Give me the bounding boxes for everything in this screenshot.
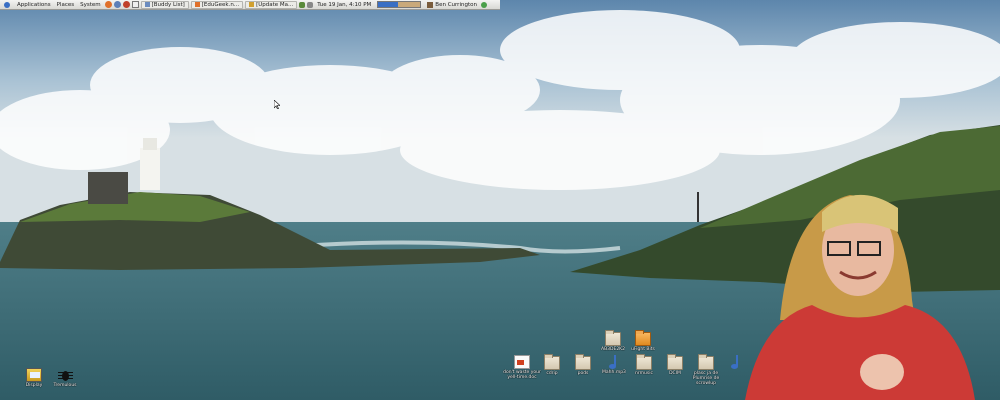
system-menu[interactable]: System [77,2,104,8]
mouse-cursor-icon [274,100,280,109]
task-label: [Buddy List] [151,1,185,8]
task-update-manager[interactable]: [Update Ma... [245,0,298,9]
bug-icon [57,368,73,382]
top-panel: Applications Places System [Buddy List] … [0,0,500,10]
update-icon [249,2,255,7]
desktop-icon-label: Tremulous [53,383,77,388]
applications-menu[interactable]: Applications [14,2,54,8]
network-tray-icon[interactable] [299,1,306,8]
power-tray-icon[interactable] [480,1,487,8]
user-name: Ben Currington [435,1,477,8]
places-menu[interactable]: Places [54,2,78,8]
desktop-icon-label: uFight Bits [631,347,655,352]
music-icon [606,355,622,369]
desktop-icon-label: plasc ja de Plumrise de scrowlup [692,371,720,386]
mail-launcher-icon[interactable] [113,1,121,8]
browser-icon [194,2,200,7]
desktop-icon-music[interactable] [716,355,756,370]
folder-icon [698,354,714,370]
workspace-switcher-icon[interactable] [131,1,139,8]
user-avatar-icon [427,1,434,8]
pidgin-icon [144,2,150,7]
folder-icon [667,354,683,370]
folder-icon [636,354,652,370]
orange-folder-icon [635,330,651,346]
document-icon [514,355,530,369]
foot-icon[interactable] [0,0,14,9]
help-launcher-icon[interactable] [122,1,130,8]
folder-icon [605,330,621,346]
music-icon [728,355,744,369]
firefox-launcher-icon[interactable] [104,1,112,8]
task-label: [EduGeek.n... [201,1,240,8]
clock[interactable]: Tue 19 Jan, 4:10 PM [314,2,374,8]
task-edugeek[interactable]: [EduGeek.n... [190,0,244,9]
task-label: [Update Ma... [256,1,294,8]
folder-icon [544,354,560,370]
volume-tray-icon[interactable] [307,1,314,8]
task-buddy-list[interactable]: [Buddy List] [140,0,189,9]
user-switcher[interactable]: Ben Currington [424,0,480,9]
desktop-icon-folder[interactable]: uFight Bits [623,330,663,352]
folder-icon [575,354,591,370]
display-icon [26,368,42,382]
desktop-wallpaper [0,0,1000,400]
system-monitor[interactable] [377,1,422,8]
desktop-icon-tremulous[interactable]: Tremulous [45,368,85,388]
